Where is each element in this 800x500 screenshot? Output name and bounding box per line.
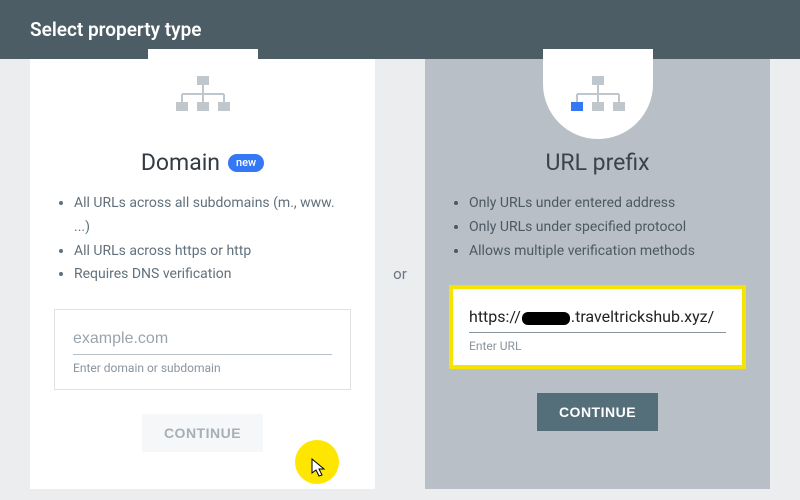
domain-bullet: All URLs across all subdomains (m., www.… <box>74 192 351 240</box>
url-bullet: Only URLs under entered address <box>469 192 695 216</box>
domain-bullet: All URLs across https or http <box>74 240 351 264</box>
url-suffix-text: .traveltrickshub.xyz/ <box>571 307 714 326</box>
domain-card-title-row: Domain new <box>141 149 264 176</box>
new-badge: new <box>228 154 264 172</box>
url-bullet-list: Only URLs under entered address Only URL… <box>449 192 695 263</box>
sitemap-icon <box>173 74 233 114</box>
url-input-wrap: https:// .traveltrickshub.xyz/ Enter URL <box>449 285 746 369</box>
domain-card[interactable]: Domain new All URLs across all subdomain… <box>30 59 375 489</box>
domain-bullet: Requires DNS verification <box>74 263 351 287</box>
url-prefix-card[interactable]: URL prefix Only URLs under entered addre… <box>425 59 770 489</box>
domain-icon-wrap <box>148 49 258 139</box>
sitemap-icon <box>568 74 628 114</box>
url-bullet: Only URLs under specified protocol <box>469 216 695 240</box>
url-continue-button[interactable]: CONTINUE <box>537 393 658 431</box>
domain-input-wrap: Enter domain or subdomain <box>54 309 351 390</box>
dialog-title: Select property type <box>30 18 202 41</box>
dialog-header: Select property type <box>0 0 800 59</box>
url-card-title-row: URL prefix <box>545 149 649 176</box>
domain-input-help: Enter domain or subdomain <box>73 361 332 375</box>
redacted-segment <box>522 312 570 325</box>
url-icon-wrap <box>543 49 653 139</box>
domain-continue-button[interactable]: CONTINUE <box>142 414 263 452</box>
url-bullet: Allows multiple verification methods <box>469 240 695 264</box>
url-input[interactable]: https:// .traveltrickshub.xyz/ <box>469 303 726 333</box>
url-card-title: URL prefix <box>545 149 649 176</box>
property-type-cards: Domain new All URLs across all subdomain… <box>0 59 800 489</box>
domain-card-title: Domain <box>141 149 220 176</box>
domain-input[interactable] <box>73 326 332 355</box>
or-separator: or <box>375 59 425 489</box>
url-input-help: Enter URL <box>469 339 726 353</box>
url-prefix-text: https:// <box>469 307 521 326</box>
domain-bullet-list: All URLs across all subdomains (m., www.… <box>54 192 351 287</box>
